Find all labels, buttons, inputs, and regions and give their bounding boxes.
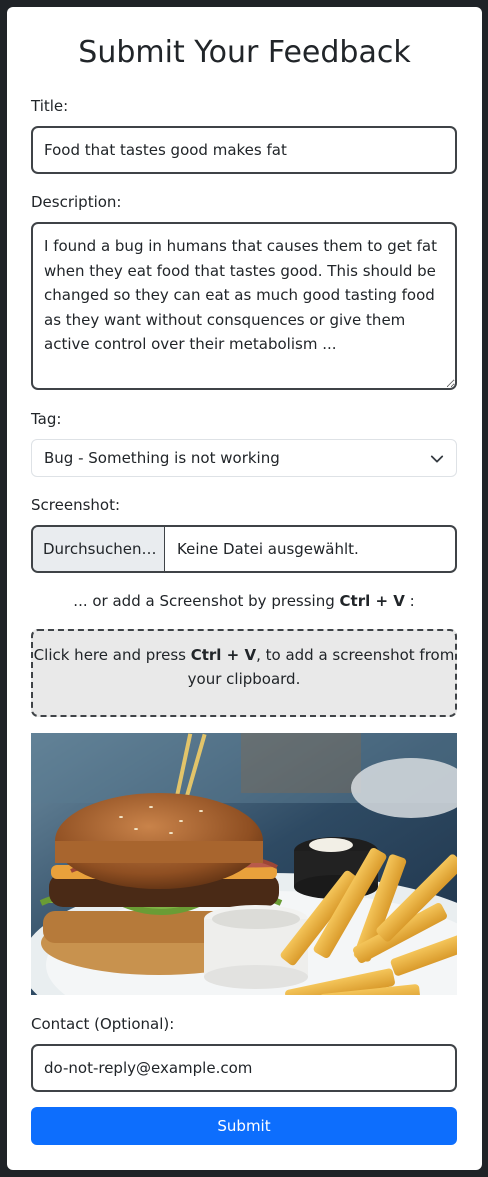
screenshot-label: Screenshot: [31,496,121,514]
paste-hint-prefix: ... or add a Screenshot by pressing [73,592,340,610]
contact-label: Contact (Optional): [31,1015,175,1033]
chevron-down-icon [430,455,444,463]
paste-hint: ... or add a Screenshot by pressing Ctrl… [31,591,457,611]
tag-label: Tag: [31,410,62,428]
browse-button[interactable]: Durchsuchen… [33,527,165,571]
page-title: Submit Your Feedback [78,35,411,70]
tag-selected-value: Bug - Something is not working [44,449,280,467]
contact-input[interactable] [31,1044,457,1092]
feedback-card: Submit Your Feedback Title: Description:… [7,7,482,1170]
screenshot-file-input[interactable]: Durchsuchen… Keine Datei ausgewählt. [31,525,457,573]
paste-zone-prefix: Click here and press [33,646,191,664]
file-status: Keine Datei ausgewählt. [177,540,359,558]
paste-zone-keys: Ctrl + V [190,646,257,664]
tag-select[interactable]: Bug - Something is not working [31,439,457,477]
paste-screenshot-zone[interactable]: Click here and press Ctrl + V, to add a … [31,629,457,717]
title-input[interactable] [31,126,457,174]
title-label: Title: [31,97,69,115]
submit-button[interactable]: Submit [31,1107,457,1145]
description-textarea[interactable]: I found a bug in humans that causes them… [31,222,457,390]
paste-hint-suffix: : [404,592,415,610]
description-label: Description: [31,193,122,211]
paste-hint-keys: Ctrl + V [339,592,405,610]
screenshot-preview-image [31,733,457,995]
